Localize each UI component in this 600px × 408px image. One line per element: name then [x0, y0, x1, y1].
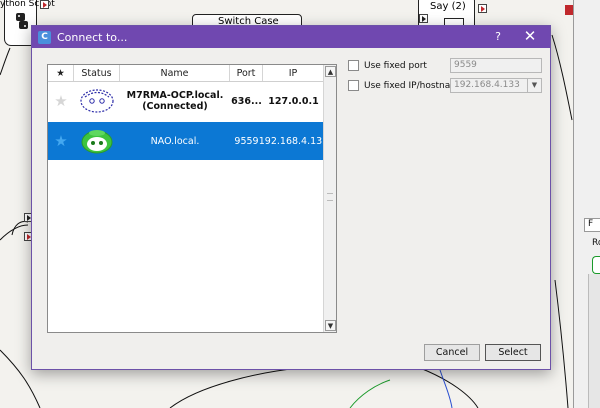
robot-list-table[interactable]: ★ Status Name Port IP ★ M7RMA-OCP.local.…: [47, 64, 337, 333]
close-button[interactable]: ✕: [522, 29, 538, 45]
scroll-up-icon[interactable]: ▲: [325, 66, 336, 77]
choregraphe-app-icon: C: [38, 30, 51, 44]
use-fixed-port-checkbox[interactable]: [348, 60, 359, 71]
robot-name: M7RMA-OCP.local.: [126, 90, 224, 101]
red-glyph: [565, 5, 573, 15]
column-header-status[interactable]: Status: [74, 65, 120, 81]
favorite-star-icon[interactable]: ★: [48, 82, 74, 120]
python-output-port[interactable]: [40, 0, 49, 9]
select-button[interactable]: Select: [485, 344, 541, 361]
column-header-name[interactable]: Name: [120, 65, 230, 81]
panel-scrollbar[interactable]: [588, 274, 600, 408]
panel-tab[interactable]: F: [584, 218, 600, 232]
use-fixed-port-label: Use fixed port: [364, 60, 427, 71]
panel-green-item: [592, 256, 600, 274]
table-header: ★ Status Name Port IP: [48, 65, 336, 82]
column-header-port[interactable]: Port: [230, 65, 263, 81]
connect-dialog: C Connect to... ? ✕ ★ Status Name Port I…: [31, 25, 551, 370]
robot-outline-icon: [74, 82, 120, 120]
robot-green-icon: [74, 122, 120, 160]
robot-port: 636...: [231, 95, 262, 107]
robot-name-cell: M7RMA-OCP.local. (Connected): [120, 82, 230, 120]
right-side-panel: F Ro: [573, 0, 600, 408]
dialog-title: Connect to...: [57, 30, 128, 44]
robot-ip: 192.168.4.133: [258, 135, 329, 147]
cancel-button[interactable]: Cancel: [424, 344, 480, 361]
robot-name: NAO.local.: [150, 135, 200, 147]
favorite-star-icon[interactable]: ★: [48, 122, 74, 160]
column-header-favorite[interactable]: ★: [48, 65, 74, 81]
panel-label: Ro: [592, 238, 600, 248]
fixed-ip-combobox[interactable]: 192.168.4.133 ▼: [450, 78, 542, 93]
python-icon: [13, 12, 31, 30]
say-output-port[interactable]: [478, 4, 487, 13]
say-label: Say (2): [430, 1, 466, 12]
table-row-robot-2[interactable]: ★ NAO.local. 9559 192.168.4.133: [48, 122, 329, 160]
help-button[interactable]: ?: [490, 29, 506, 45]
scroll-down-icon[interactable]: ▼: [325, 320, 336, 331]
table-scrollbar[interactable]: ▲ ▼: [323, 65, 336, 332]
use-fixed-ip-row: Use fixed IP/hostname: [348, 80, 465, 91]
use-fixed-port-row: Use fixed port: [348, 60, 427, 71]
fixed-port-field[interactable]: 9559: [450, 58, 542, 73]
column-header-ip[interactable]: IP: [263, 65, 324, 81]
fixed-ip-value: 192.168.4.133: [454, 80, 520, 90]
use-fixed-ip-checkbox[interactable]: [348, 80, 359, 91]
chevron-down-icon[interactable]: ▼: [527, 79, 541, 92]
robot-ip: 127.0.0.1: [268, 95, 319, 107]
scroll-grip[interactable]: [327, 193, 333, 201]
dialog-titlebar[interactable]: C Connect to... ? ✕: [32, 26, 550, 48]
robot-connection-status: (Connected): [142, 101, 208, 112]
table-row-robot-1[interactable]: ★ M7RMA-OCP.local. (Connected) 636... 127…: [48, 82, 336, 120]
say-input-port[interactable]: [419, 14, 428, 23]
